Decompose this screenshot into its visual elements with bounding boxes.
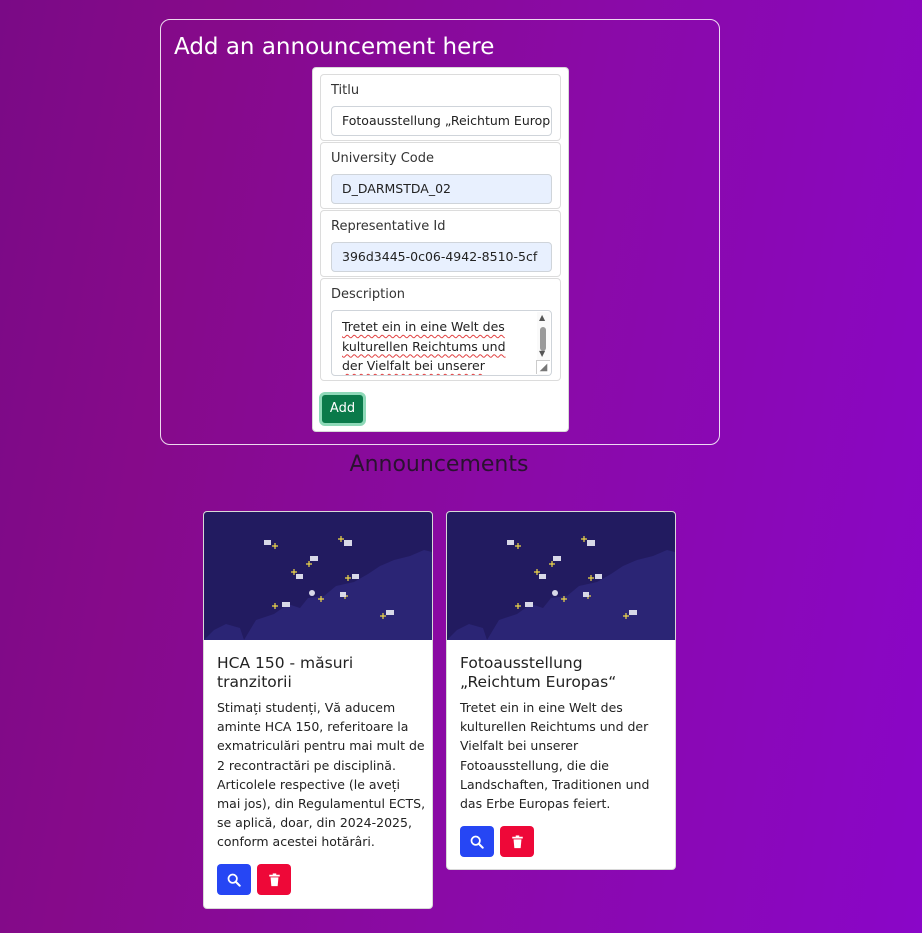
- announcement-card: HCA 150 - măsuri tranzitorii Stimați stu…: [203, 511, 433, 909]
- card-description: Tretet ein in eine Welt des kulturellen …: [460, 700, 650, 812]
- scroll-up-icon[interactable]: ▲: [539, 314, 545, 322]
- university-field-group: University Code D_DARMSTDA_02: [320, 142, 561, 209]
- form-heading: Add an announcement here: [174, 34, 495, 60]
- description-textarea[interactable]: Tretet ein in eine Welt des kulturellen …: [331, 310, 552, 376]
- card-description: Stimați studenți, Vă aducem aminte HCA 1…: [217, 700, 426, 850]
- scroll-thumb[interactable]: [540, 327, 546, 351]
- europe-map-image: [204, 512, 432, 640]
- title-field-group: Titlu Fotoausstellung „Reichtum Europ: [320, 74, 561, 141]
- search-icon: [470, 835, 484, 849]
- announcement-form-panel: Add an announcement here Titlu Fotoausst…: [160, 19, 720, 445]
- delete-button[interactable]: [257, 864, 291, 895]
- representative-id-label: Representative Id: [331, 219, 446, 234]
- trash-icon: [268, 872, 280, 886]
- view-button[interactable]: [217, 864, 251, 895]
- europe-map-image: [447, 512, 675, 640]
- announcements-heading: Announcements: [349, 452, 529, 477]
- announcement-card: Fotoausstellung „Reichtum Europas“ Trete…: [446, 511, 676, 870]
- card-title: Fotoausstellung „Reichtum Europas“: [460, 654, 617, 691]
- description-field-group: Description Tretet ein in eine Welt des …: [320, 278, 561, 381]
- university-code-input[interactable]: D_DARMSTDA_02: [331, 174, 552, 204]
- title-input[interactable]: Fotoausstellung „Reichtum Europ: [331, 106, 552, 136]
- card-title: HCA 150 - măsuri tranzitorii: [217, 654, 354, 691]
- scroll-down-icon[interactable]: ▼: [539, 350, 545, 358]
- announcement-form: Titlu Fotoausstellung „Reichtum Europ Un…: [312, 67, 569, 432]
- description-text: Tretet ein in eine Welt des kulturellen …: [342, 319, 506, 373]
- description-label: Description: [331, 287, 406, 302]
- representative-field-group: Representative Id 396d3445-0c06-4942-851…: [320, 210, 561, 277]
- search-icon: [227, 873, 241, 887]
- delete-button[interactable]: [500, 826, 534, 857]
- resize-grip-icon[interactable]: ◢: [536, 360, 550, 374]
- trash-icon: [511, 834, 523, 848]
- title-label: Titlu: [331, 83, 360, 98]
- representative-id-input[interactable]: 396d3445-0c06-4942-8510-5cf: [331, 242, 552, 272]
- view-button[interactable]: [460, 826, 494, 857]
- university-code-label: University Code: [331, 151, 434, 166]
- add-button[interactable]: Add: [319, 392, 366, 426]
